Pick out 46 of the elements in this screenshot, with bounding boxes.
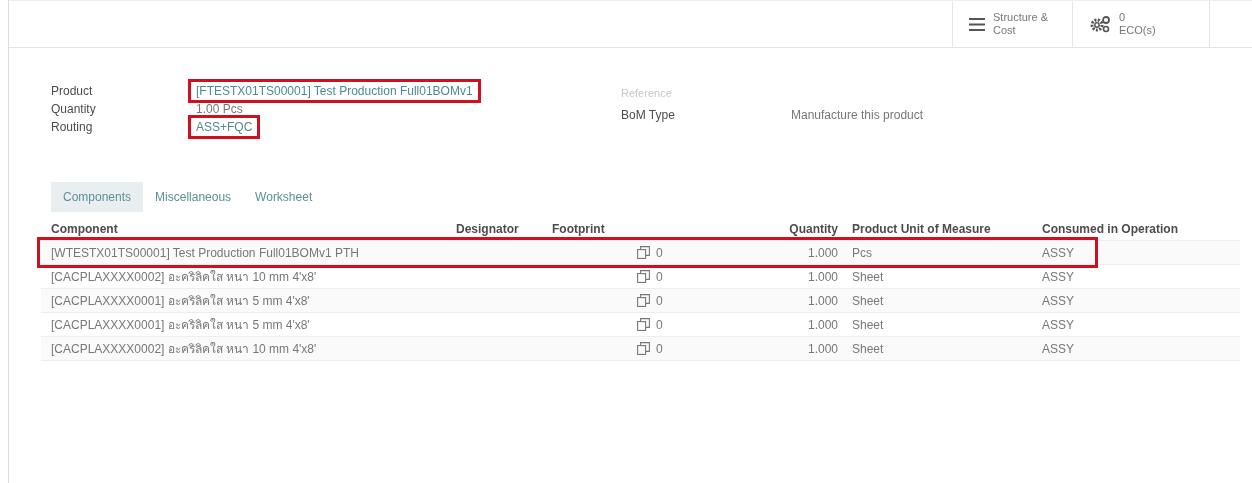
copy-icon — [637, 270, 650, 283]
field-label: Product — [51, 84, 94, 98]
table-cell-text: ASSY — [1041, 245, 1075, 260]
copy-icon — [637, 294, 650, 307]
copy-icon — [637, 246, 650, 259]
table-cell: 0 — [656, 269, 663, 284]
table-cell-text: 1.000 — [806, 293, 839, 308]
table-cell-text: [CACPLAXXXX0002] อะคริลิคใส หนา 10 mm 4'x8' — [50, 269, 318, 286]
field-label: Routing — [51, 120, 94, 134]
eco-button[interactable]: 0 ECO(s) — [1072, 1, 1210, 47]
table-cell-text: 1.000 — [806, 317, 839, 332]
column-header[interactable]: Footprint — [552, 222, 605, 236]
table-cell: 0 — [656, 341, 663, 356]
tab[interactable]: Components — [51, 182, 144, 212]
table-cell-text: Sheet — [851, 317, 885, 332]
table-cell-text: [CACPLAXXXX0002] อะคริลิคใส หนา 10 mm 4'x8' — [50, 341, 318, 358]
table-cell-text: ASSY — [1041, 341, 1075, 356]
copy-icon — [637, 318, 650, 331]
column-header[interactable]: Component — [51, 222, 118, 236]
table-cell-text: ASSY — [1041, 269, 1075, 284]
column-header[interactable]: Designator — [456, 222, 519, 236]
column-header[interactable]: Quantity — [789, 222, 838, 236]
table-cell-text: ASSY — [1041, 293, 1075, 308]
table-cell-text: 1.000 — [806, 269, 839, 284]
table-cell-text: Sheet — [851, 269, 885, 284]
field-label: Quantity — [51, 102, 97, 116]
table-cell: 0 — [656, 317, 663, 332]
field-value: 1.00 Pcs — [196, 102, 243, 116]
field-value: Manufacture this product — [791, 108, 924, 122]
column-header[interactable]: Product Unit of Measure — [852, 222, 991, 236]
table-cell-text: [CACPLAXXXX0001] อะคริลิคใส หนา 5 mm 4'x8' — [50, 317, 311, 334]
table-cell-text: 1.000 — [806, 341, 839, 356]
field-label: BoM Type — [621, 108, 676, 122]
table-cell-text: Pcs — [851, 245, 873, 260]
table-cell-text: ASSY — [1041, 317, 1075, 332]
table-cell-text: [WTESTX01TS00001] Test Production Full01BOMv1 PTH — [50, 245, 360, 260]
copy-icon — [637, 342, 650, 355]
menu-icon — [969, 17, 985, 31]
table-cell: 0 — [656, 245, 663, 260]
table-cell-text: Sheet — [851, 293, 885, 308]
gears-icon — [1089, 15, 1111, 33]
table-cell-text: Sheet — [851, 341, 885, 356]
table-cell-text: [CACPLAXXXX0001] อะคริลิคใส หนา 5 mm 4'x8' — [50, 293, 311, 310]
column-header[interactable]: Consumed in Operation — [1042, 222, 1178, 236]
table-cell-text: 1.000 — [806, 245, 839, 260]
table-cell: 0 — [656, 293, 663, 308]
